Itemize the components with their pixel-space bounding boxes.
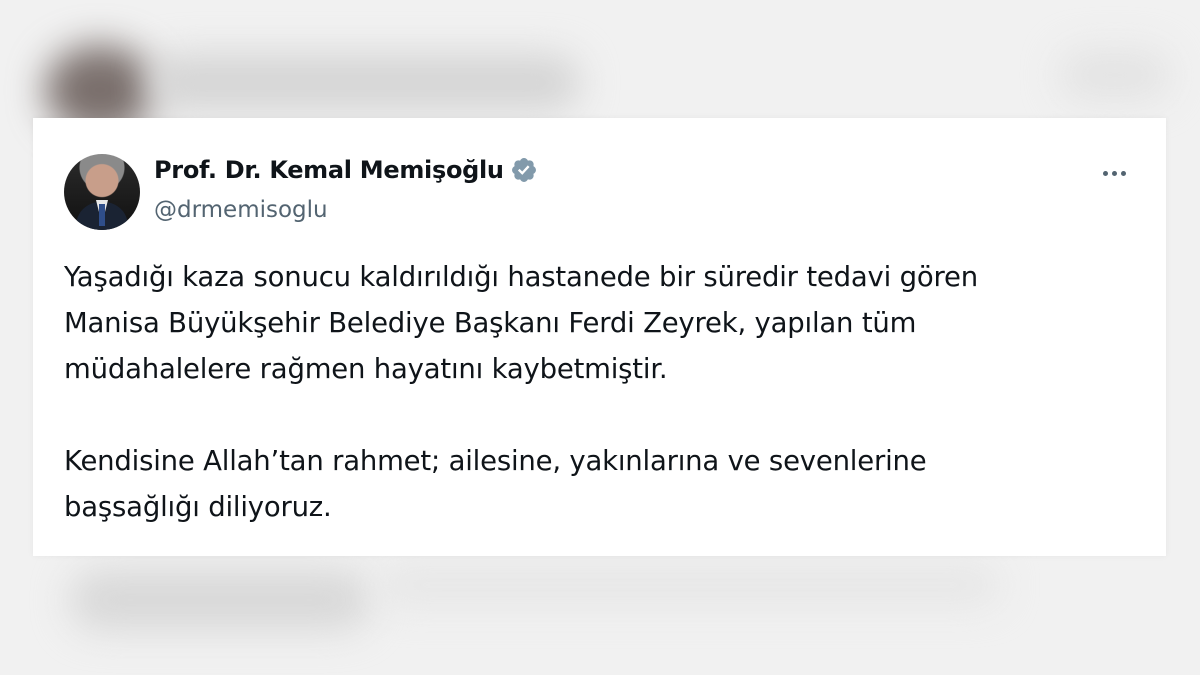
more-dot-icon	[1120, 170, 1126, 176]
blurred-corner	[1060, 50, 1170, 100]
tweet-line: Kendisine Allah’tan rahmet; ailesine, ya…	[64, 445, 927, 477]
tweet-text: Yaşadığı kaza sonucu kaldırıldığı hastan…	[64, 254, 1124, 530]
tweet-line: Yaşadığı kaza sonucu kaldırıldığı hastan…	[64, 261, 978, 293]
tweet-card: Prof. Dr. Kemal Memişoğlu @drmemisoglu Y…	[33, 118, 1166, 556]
tweet-paragraph: Yaşadığı kaza sonucu kaldırıldığı hastan…	[64, 254, 1124, 392]
avatar-tie	[99, 204, 105, 226]
author-display-name[interactable]: Prof. Dr. Kemal Memişoğlu	[154, 156, 504, 184]
more-dot-icon	[1102, 170, 1108, 176]
blurred-footer	[380, 565, 1000, 605]
avatar[interactable]	[64, 154, 140, 230]
tweet-line: müdahalelere rağmen hayatını kaybetmişti…	[64, 353, 668, 385]
blurred-footer-left	[70, 570, 370, 630]
author-name-row: Prof. Dr. Kemal Memişoğlu	[154, 156, 538, 184]
tweet-paragraph: Kendisine Allah’tan rahmet; ailesine, ya…	[64, 438, 1124, 530]
more-options-button[interactable]	[1094, 161, 1134, 185]
verified-badge-icon	[511, 158, 536, 182]
tweet-line: başsağlığı diliyoruz.	[64, 491, 332, 523]
blurred-header	[150, 55, 580, 110]
tweet-line: Manisa Büyükşehir Belediye Başkanı Ferdi…	[64, 307, 917, 339]
author-handle[interactable]: @drmemisoglu	[154, 197, 328, 223]
more-dot-icon	[1111, 170, 1117, 176]
